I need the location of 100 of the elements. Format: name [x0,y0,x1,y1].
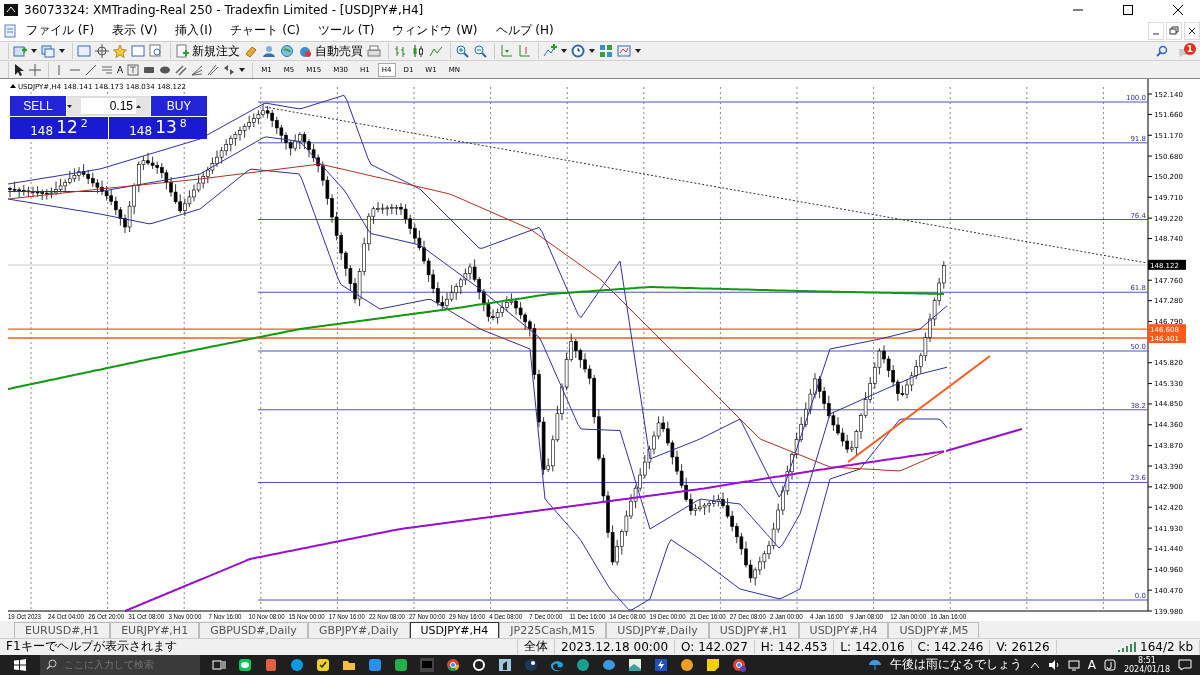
chart-tab[interactable]: USDJPY#,H4 [409,622,500,638]
lightning-icon[interactable] [654,658,668,672]
menu-item[interactable]: 挿入(I) [167,22,221,40]
menu-item[interactable]: 表示 (V) [104,22,166,40]
chart-tab[interactable]: USDJPY#,Daily [606,622,709,638]
auto-trading-button[interactable]: 自動売買 [298,42,363,60]
trend-line-icon[interactable] [85,63,97,76]
zoom-in-icon[interactable] [455,44,469,59]
search-icon[interactable] [1156,45,1168,58]
printer-icon[interactable] [367,44,381,59]
close-price: C: 142.246 [911,640,991,654]
menu-item[interactable]: ツール (T) [309,22,383,40]
monitor-icon[interactable] [1067,659,1080,671]
close-icon [1173,5,1183,15]
chart-tab[interactable]: USDJPY#,M5 [888,622,980,638]
decrease-button[interactable] [67,97,81,116]
app-icon[interactable] [472,658,486,672]
bar-time: 2023.12.18 00:00 [555,640,676,654]
menu-item[interactable]: ヘルプ (H) [487,22,562,40]
chart-tab[interactable]: EURJPY#,H1 [110,622,200,638]
high-price: H: 142.453 [754,640,835,654]
app-icon[interactable] [628,658,642,672]
cursor-icon[interactable] [13,62,25,77]
restore-icon[interactable] [1168,24,1180,37]
angle-lines-icon[interactable] [207,63,220,76]
app-tray-icon[interactable] [1103,659,1116,671]
document-plus-icon [175,44,189,59]
chart-tab[interactable]: USDJPY#,H4 [798,622,889,638]
chevron-up-icon[interactable] [1029,661,1040,669]
fan-lines-icon[interactable] [191,63,204,76]
chart-tab[interactable]: GBPUSD#,Daily [199,622,308,638]
zoom-out-icon[interactable] [473,44,487,59]
check-app-icon[interactable] [316,658,330,672]
chat-app-icon[interactable] [238,658,252,672]
chart-template-icon[interactable] [617,44,631,59]
caret-icon[interactable] [589,49,595,54]
windows-logo-icon[interactable] [14,659,26,671]
globe-icon[interactable] [280,44,294,59]
candlestick-drawing [146,152,192,217]
caret-icon[interactable] [635,49,641,54]
lot-size-field[interactable]: 0.15 [67,96,150,117]
menu-item[interactable]: ファイル (F) [18,22,103,40]
app-icon[interactable] [498,658,512,672]
candlestick-icon[interactable] [411,44,425,59]
star-icon[interactable] [113,44,127,59]
chart-tab[interactable]: JP225Cash,M15 [499,622,607,638]
app-icon[interactable] [394,658,408,672]
robot-icon [298,44,312,59]
notification-badge: 1 [1184,43,1196,56]
search-icon [46,659,57,670]
clock-time[interactable]: 8:51 [1137,656,1156,665]
browser-icon[interactable] [732,658,746,672]
traffic-text: 164/2 kb [1140,640,1193,654]
caret-icon[interactable] [31,49,37,54]
browser-icon[interactable] [446,658,460,672]
caret-icon[interactable] [59,49,65,54]
text-tool-button[interactable]: A [117,64,124,75]
menu-item[interactable]: ウィンドウ (W) [384,22,486,40]
traffic-bars-icon [1117,642,1138,652]
clock-icon[interactable] [571,44,585,59]
app-icon[interactable] [524,658,538,672]
weather-text: 午後は雨になるでしょう [889,656,1022,674]
buy-button[interactable]: BUY [151,96,207,117]
new-order-button[interactable]: 新規注文 [175,42,240,60]
document-icon [4,23,16,38]
rectangle-icon[interactable] [143,64,156,75]
open-price: O: 142.027 [675,640,755,654]
arrows-icon[interactable] [223,63,236,76]
volume-text: V: 26126 [990,640,1057,654]
chart-tab[interactable]: EURUSD#,H1 [14,622,111,638]
ellipse-icon[interactable] [159,64,172,75]
menu-item[interactable]: チャート (C) [222,22,308,40]
chart-tab[interactable]: GBPJPY#,Daily [307,622,410,638]
text-label-icon[interactable] [127,63,140,76]
window-title: 36073324: XMTrading-Real 250 - Tradexfin Limited - [USDJPY#,H4] [24,3,425,17]
triangle-icon [10,84,16,89]
caret-icon[interactable] [561,49,567,54]
eraser-icon[interactable] [244,44,258,59]
caret-icon[interactable] [239,67,246,72]
maximize-icon [1123,5,1133,15]
person-icon[interactable] [262,44,276,59]
coin-icon[interactable] [680,658,694,672]
app-logo-icon [4,4,18,16]
notifications-icon[interactable] [1178,659,1192,671]
auto-scroll-icon[interactable] [499,44,513,59]
note-icon[interactable] [706,658,720,672]
speaker-icon[interactable] [1047,659,1060,671]
crosshair-icon[interactable] [95,44,109,59]
clock-date[interactable]: 2024/01/18 [1123,665,1170,674]
browser-icon[interactable] [550,658,564,672]
increase-button[interactable] [136,97,150,116]
folder-icon[interactable] [342,658,356,672]
task-view-icon[interactable] [212,658,226,672]
sell-button[interactable]: SELL [10,96,66,117]
caret-icon [67,104,72,108]
low-price: L: 142.016 [834,640,912,654]
zoom-window-icon[interactable] [149,44,163,59]
parallel-lines-icon[interactable] [175,63,188,76]
ime-indicator[interactable]: A [1087,658,1096,672]
chart-tab[interactable]: USDJPY#,H1 [708,622,799,638]
